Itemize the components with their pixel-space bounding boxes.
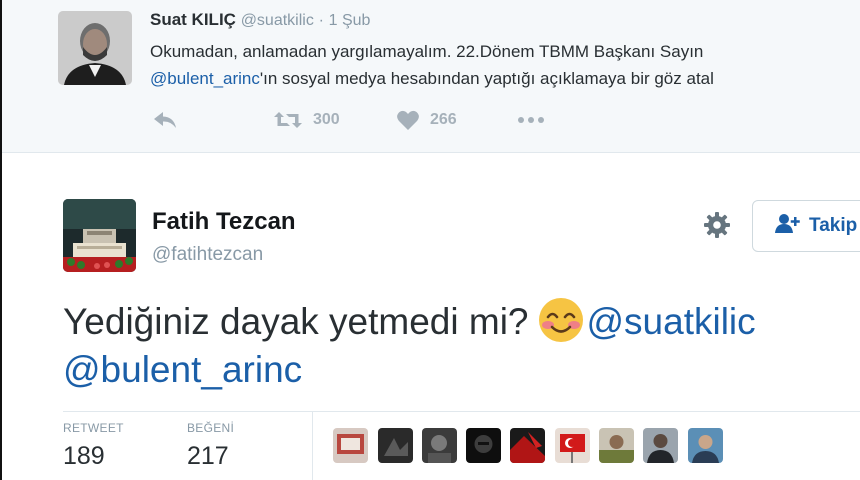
main-tweet-text: Yediğiniz dayak yetmedi mi? @suatkilic @… (63, 296, 853, 394)
main-author-avatar[interactable] (63, 199, 136, 272)
main-mention-suatkilic[interactable]: @suatkilic (587, 301, 756, 342)
main-author-handle[interactable]: @fatihtezcan (152, 244, 263, 266)
reply-author-name[interactable]: Suat KILIÇ (150, 10, 236, 29)
reply-tweet[interactable]: Suat KILIÇ @suatkilic · 1 Şub Okumadan, … (2, 0, 860, 153)
liker-avatar[interactable] (333, 428, 368, 463)
reply-text-line1: Okumadan, anlamadan yargılamayalım. 22.D… (150, 42, 704, 61)
main-tweet-body: Yediğiniz dayak yetmedi mi? (63, 301, 529, 342)
reply-author-handle[interactable]: @suatkilic (241, 12, 314, 29)
retweet-stat-label[interactable]: RETWEET (63, 421, 124, 435)
stats-divider-line (63, 411, 860, 412)
gear-icon (703, 211, 731, 244)
add-user-icon (775, 212, 809, 240)
retweet-stat-value[interactable]: 189 (63, 442, 105, 471)
reply-author-avatar[interactable] (58, 11, 132, 85)
reply-header: Suat KILIÇ @suatkilic · 1 Şub (150, 10, 370, 30)
more-icon (516, 109, 546, 131)
reply-timestamp[interactable]: 1 Şub (329, 12, 371, 29)
reply-mention-link[interactable]: @bulent_arinc (150, 69, 260, 88)
follow-button-label: Takip et (809, 215, 860, 236)
liker-avatar[interactable] (688, 428, 723, 463)
heart-icon (396, 109, 420, 131)
like-stat-value[interactable]: 217 (187, 442, 229, 471)
reply-button[interactable] (152, 108, 178, 132)
main-author-name[interactable]: Fatih Tezcan (152, 208, 296, 236)
smiling-face-emoji-icon (537, 296, 585, 344)
like-stat-label[interactable]: BEĞENİ (187, 421, 234, 435)
reply-icon (152, 109, 178, 131)
like-button[interactable]: 266 (396, 108, 457, 132)
reply-separator: · (318, 12, 324, 29)
follow-button[interactable]: Takip et (752, 200, 860, 252)
liker-avatar[interactable] (555, 428, 590, 463)
retweet-count: 300 (313, 111, 340, 128)
more-button[interactable] (516, 108, 546, 132)
retweet-icon (273, 109, 303, 131)
main-mention-bulent-arinc[interactable]: @bulent_arinc (63, 349, 302, 390)
reply-tweet-text: Okumadan, anlamadan yargılamayalım. 22.D… (150, 38, 860, 92)
liker-avatar[interactable] (643, 428, 678, 463)
liker-avatar[interactable] (466, 428, 501, 463)
retweet-button[interactable]: 300 (273, 108, 340, 132)
tweet-options-button[interactable] (700, 210, 734, 244)
stats-vertical-divider (312, 412, 313, 480)
reply-text-line2: 'ın sosyal medya hesabından yaptığı açık… (259, 69, 714, 88)
liker-avatar[interactable] (599, 428, 634, 463)
liker-avatar[interactable] (378, 428, 413, 463)
liker-avatar[interactable] (422, 428, 457, 463)
like-count: 266 (430, 111, 457, 128)
liker-avatar[interactable] (510, 428, 545, 463)
